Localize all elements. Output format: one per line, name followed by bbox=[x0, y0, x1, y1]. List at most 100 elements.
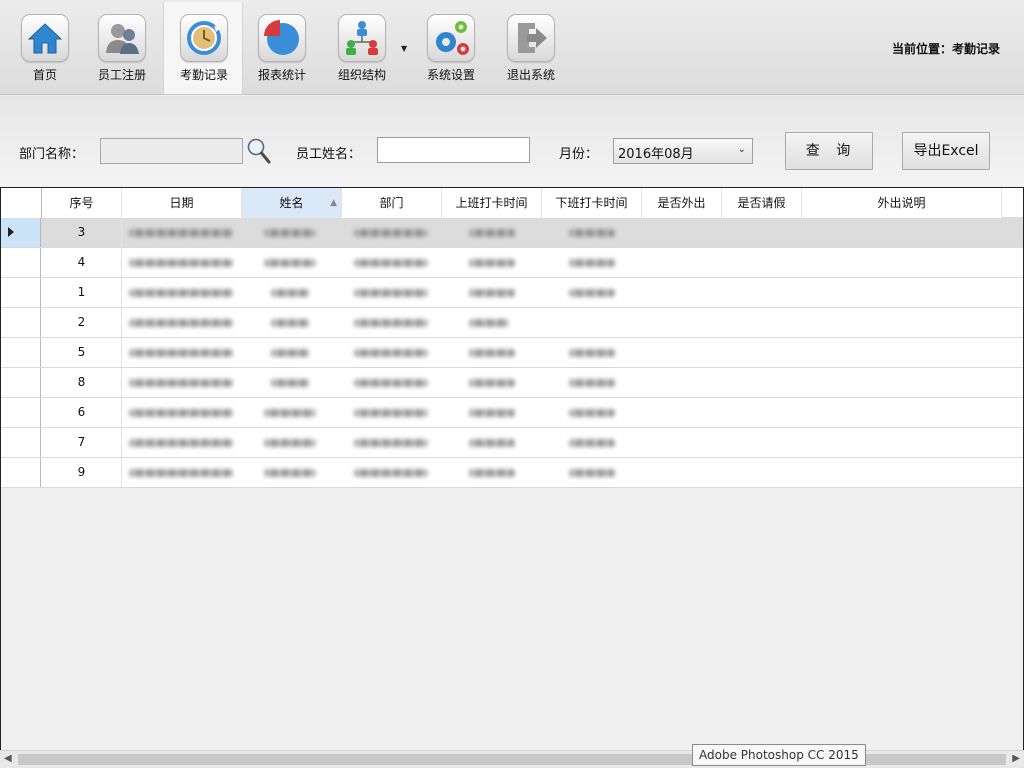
redacted-clock-out bbox=[569, 409, 615, 417]
gears-icon bbox=[427, 14, 475, 62]
redacted-date bbox=[129, 439, 233, 447]
redacted-department bbox=[354, 469, 428, 477]
toolbar-employee-register-button[interactable]: 员工注册 bbox=[82, 2, 162, 94]
toolbar-exit-button[interactable]: 退出系统 bbox=[491, 2, 571, 94]
redacted-clock-in bbox=[469, 319, 509, 327]
attendance-grid: 序号 日期 姓名 ▲ 部门 上班打卡时间 下班打卡时间 是否外出 是否请假 外出… bbox=[0, 187, 1024, 752]
row-header[interactable] bbox=[1, 428, 41, 457]
column-header-clock-out[interactable]: 下班打卡时间 bbox=[542, 188, 642, 218]
department-input[interactable] bbox=[100, 138, 243, 164]
column-header-seq[interactable]: 序号 bbox=[42, 188, 122, 218]
redacted-clock-in bbox=[469, 469, 515, 477]
cell-seq[interactable]: 5 bbox=[42, 338, 122, 367]
table-row[interactable]: 1 bbox=[1, 278, 1023, 308]
org-dropdown-arrow-icon[interactable]: ▼ bbox=[401, 44, 407, 53]
redacted-date bbox=[129, 289, 233, 297]
redacted-date bbox=[129, 349, 233, 357]
employee-name-label: 员工姓名： bbox=[296, 147, 362, 162]
cell-seq[interactable]: 9 bbox=[42, 458, 122, 487]
row-header[interactable] bbox=[1, 218, 41, 247]
redacted-clock-in bbox=[469, 259, 515, 267]
column-header-date[interactable]: 日期 bbox=[122, 188, 242, 218]
table-row[interactable]: 9 bbox=[1, 458, 1023, 488]
redacted-date bbox=[129, 319, 233, 327]
column-header-clock-in[interactable]: 上班打卡时间 bbox=[442, 188, 542, 218]
cell-seq[interactable]: 8 bbox=[42, 368, 122, 397]
cell-seq[interactable]: 6 bbox=[42, 398, 122, 427]
redacted-name bbox=[271, 289, 309, 297]
redacted-clock-in bbox=[469, 349, 515, 357]
search-icon[interactable] bbox=[246, 137, 272, 165]
toolbar-home-button[interactable]: 首页 bbox=[5, 2, 85, 94]
toolbar-org-structure-label: 组织结构 bbox=[337, 68, 386, 82]
table-row[interactable]: 6 bbox=[1, 398, 1023, 428]
redacted-name bbox=[264, 439, 316, 447]
redacted-date bbox=[129, 469, 233, 477]
redacted-clock-out bbox=[569, 379, 615, 387]
employee-name-input[interactable] bbox=[377, 137, 530, 163]
sort-ascending-icon: ▲ bbox=[330, 198, 337, 208]
redacted-name bbox=[271, 319, 309, 327]
cell-seq[interactable]: 3 bbox=[42, 218, 122, 247]
column-header-name[interactable]: 姓名 ▲ bbox=[242, 188, 342, 218]
exit-icon bbox=[507, 14, 555, 62]
table-row[interactable]: 4 bbox=[1, 248, 1023, 278]
scroll-left-icon[interactable]: ◀ bbox=[4, 753, 12, 764]
toolbar-reports-label: 报表统计 bbox=[257, 68, 306, 82]
row-header-corner bbox=[1, 188, 42, 218]
redacted-clock-in bbox=[469, 409, 515, 417]
row-header[interactable] bbox=[1, 278, 41, 307]
redacted-clock-in bbox=[469, 379, 515, 387]
column-header-out[interactable]: 是否外出 bbox=[642, 188, 722, 218]
toolbar-reports-button[interactable]: 报表统计 bbox=[242, 2, 322, 94]
cell-seq[interactable]: 1 bbox=[42, 278, 122, 307]
row-header[interactable] bbox=[1, 338, 41, 367]
table-row[interactable]: 5 bbox=[1, 338, 1023, 368]
redacted-clock-out bbox=[569, 349, 615, 357]
redacted-clock-out bbox=[569, 259, 615, 267]
redacted-name bbox=[264, 259, 316, 267]
table-row[interactable]: 2 bbox=[1, 308, 1023, 338]
toolbar-attendance-button[interactable]: 考勤记录 bbox=[163, 2, 243, 94]
table-row[interactable]: 7 bbox=[1, 428, 1023, 458]
row-header[interactable] bbox=[1, 308, 41, 337]
redacted-department bbox=[354, 409, 428, 417]
location-value: 考勤记录 bbox=[951, 42, 1000, 56]
redacted-clock-out bbox=[569, 469, 615, 477]
month-select[interactable]: 2016年08月 ⌄ bbox=[613, 138, 753, 164]
column-header-name-label: 姓名 bbox=[279, 196, 304, 210]
column-header-leave[interactable]: 是否请假 bbox=[722, 188, 802, 218]
redacted-department bbox=[354, 289, 428, 297]
redacted-date bbox=[129, 409, 233, 417]
redacted-department bbox=[354, 259, 428, 267]
redacted-department bbox=[354, 319, 428, 327]
redacted-clock-out bbox=[569, 229, 615, 237]
redacted-department bbox=[354, 439, 428, 447]
location-label: 当前位置： bbox=[891, 42, 952, 56]
row-header[interactable] bbox=[1, 368, 41, 397]
redacted-clock-out bbox=[569, 289, 615, 297]
table-row[interactable]: 3 bbox=[1, 218, 1023, 248]
redacted-clock-in bbox=[469, 289, 515, 297]
cell-seq[interactable]: 4 bbox=[42, 248, 122, 277]
row-header[interactable] bbox=[1, 458, 41, 487]
toolbar-settings-button[interactable]: 系统设置 bbox=[411, 2, 491, 94]
scroll-right-icon[interactable]: ▶ bbox=[1012, 753, 1020, 764]
cell-seq[interactable]: 7 bbox=[42, 428, 122, 457]
clock-icon bbox=[180, 14, 228, 62]
redacted-date bbox=[129, 379, 233, 387]
table-row[interactable]: 8 bbox=[1, 368, 1023, 398]
cell-seq[interactable]: 2 bbox=[42, 308, 122, 337]
toolbar-exit-label: 退出系统 bbox=[506, 68, 555, 82]
row-header[interactable] bbox=[1, 398, 41, 427]
redacted-name bbox=[264, 229, 316, 237]
month-value: 2016年08月 bbox=[618, 147, 694, 162]
toolbar-org-structure-button[interactable]: 组织结构 bbox=[322, 2, 402, 94]
row-header[interactable] bbox=[1, 248, 41, 277]
column-header-out-note[interactable]: 外出说明 bbox=[802, 188, 1002, 218]
column-header-department[interactable]: 部门 bbox=[342, 188, 442, 218]
horizontal-scrollbar[interactable]: ◀ ▶ bbox=[0, 750, 1024, 768]
query-button[interactable]: 查 询 bbox=[785, 132, 873, 170]
export-excel-button[interactable]: 导出Excel bbox=[902, 132, 990, 170]
filter-bar: 部门名称： 员工姓名： 月份： 2016年08月 ⌄ 查 询 导出Excel bbox=[0, 96, 1024, 186]
